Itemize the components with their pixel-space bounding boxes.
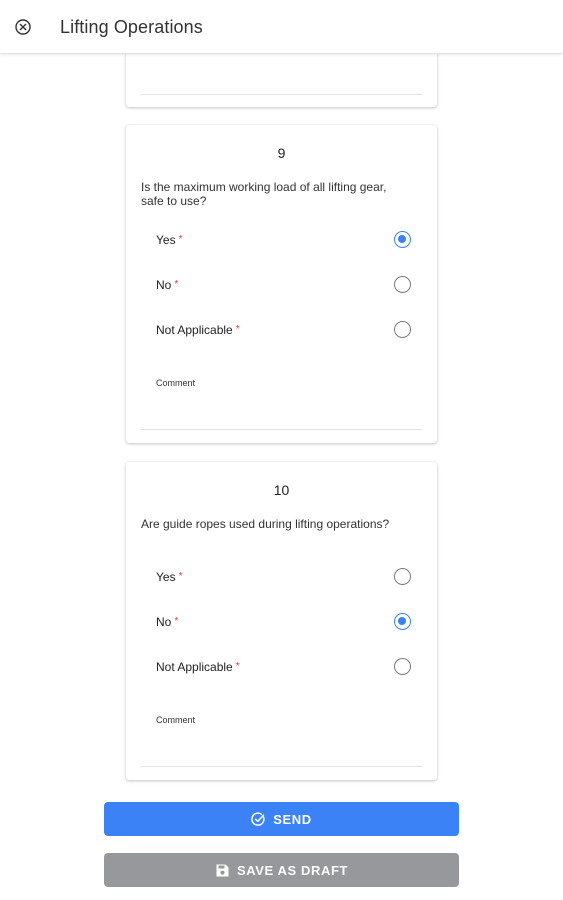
question-card: 9 Is the maximum working load of all lif… — [126, 125, 437, 443]
option-label: Not Applicable * — [156, 323, 240, 337]
option-label: Yes * — [156, 233, 183, 247]
comment-field-label: Comment — [156, 715, 196, 725]
required-mark: * — [235, 661, 240, 672]
question-text: Are guide ropes used during lifting oper… — [141, 517, 390, 531]
question-number: 9 — [277, 145, 286, 161]
option-label: No * — [156, 278, 179, 292]
option-yes[interactable]: Yes * — [156, 229, 411, 253]
send-button-label: SEND — [273, 811, 312, 827]
option-label: Yes * — [156, 570, 183, 584]
top-bar: Lifting Operations — [0, 0, 563, 54]
question-number: 10 — [273, 482, 290, 498]
option-no[interactable]: No * — [156, 274, 411, 298]
required-mark: * — [174, 279, 179, 290]
save-as-draft-label: SAVE AS DRAFT — [236, 862, 349, 878]
form-page: Lifting Operations 9 Is the maximum work… — [0, 0, 563, 900]
option-no[interactable]: No * — [156, 611, 411, 635]
option-not-applicable[interactable]: Not Applicable * — [156, 319, 411, 343]
required-mark: * — [235, 324, 240, 335]
radio-button-selected[interactable] — [394, 231, 411, 248]
option-label: No * — [156, 615, 179, 629]
send-button[interactable]: SEND — [104, 802, 459, 836]
required-mark: * — [178, 571, 183, 582]
check-circle-icon — [251, 811, 266, 827]
option-label: Not Applicable * — [156, 660, 240, 674]
close-icon[interactable] — [12, 16, 34, 38]
floppy-disk-icon — [215, 863, 230, 878]
option-yes[interactable]: Yes * — [156, 566, 411, 590]
comment-field[interactable] — [141, 429, 422, 430]
required-mark: * — [174, 616, 179, 627]
question-text: Is the maximum working load of all lifti… — [141, 180, 387, 208]
option-not-applicable[interactable]: Not Applicable * — [156, 656, 411, 680]
radio-button[interactable] — [394, 276, 411, 293]
question-card: 10 Are guide ropes used during lifting o… — [126, 462, 437, 780]
comment-field[interactable] — [141, 766, 422, 767]
save-as-draft-button[interactable]: SAVE AS DRAFT — [104, 853, 459, 887]
comment-field-label: Comment — [156, 378, 196, 388]
radio-button-selected[interactable] — [394, 613, 411, 630]
radio-button[interactable] — [394, 321, 411, 338]
page-title: Lifting Operations — [60, 17, 203, 37]
radio-button[interactable] — [394, 568, 411, 585]
required-mark: * — [178, 234, 183, 245]
comment-underline — [141, 94, 422, 95]
radio-button[interactable] — [394, 658, 411, 675]
